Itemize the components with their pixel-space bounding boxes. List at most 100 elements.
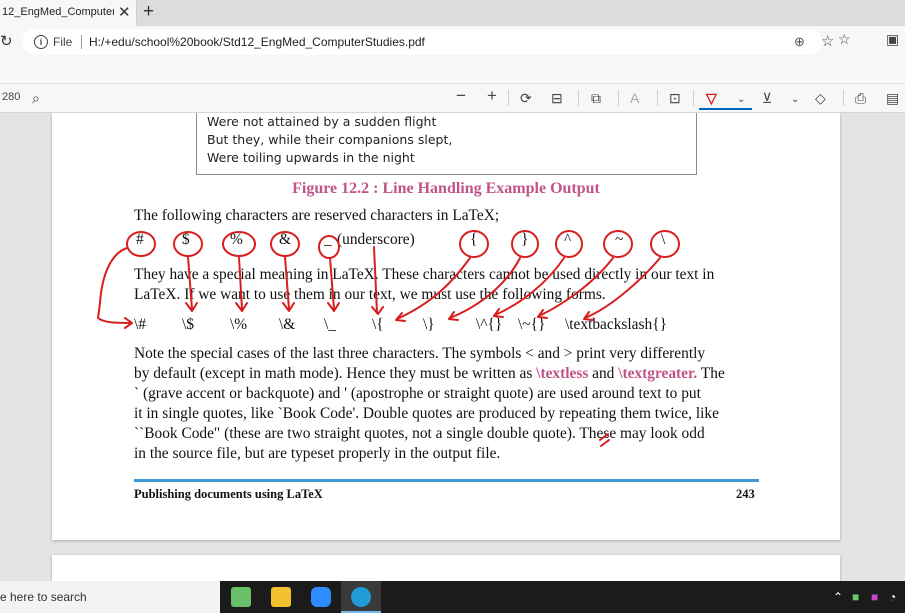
zoom-in-icon[interactable]: + (487, 87, 497, 105)
reserved-char-note: (underscore) (337, 231, 415, 248)
taskbar: e here to search ⌃ ■ ■ ◔ (0, 581, 905, 613)
pdf-page: Were not attained by a sudden flight But… (52, 113, 840, 540)
body-line: Note the special cases of the last three… (134, 345, 706, 362)
page-number: 243 (736, 487, 755, 501)
poem-line: Were not attained by a sudden flight (207, 114, 437, 129)
text-segment: and (588, 365, 619, 382)
read-aloud-icon[interactable]: A (630, 89, 639, 107)
escape-form: \# (134, 316, 146, 333)
reserved-char: { (470, 231, 478, 248)
textgreater-command: \textgreater. (618, 365, 698, 382)
taskbar-search[interactable]: e here to search (0, 581, 220, 613)
toolbar-divider (618, 90, 619, 106)
reserved-char: ~ (615, 231, 624, 248)
tab-title: 12_EngMed_ComputerStudi (2, 6, 114, 18)
body-line: in the source file, but are typeset prop… (134, 445, 501, 462)
footer-rule (134, 479, 759, 482)
refresh-icon[interactable]: ↻ (0, 32, 13, 50)
reserved-char: } (521, 231, 529, 248)
rotate-icon[interactable]: ⟳ (520, 89, 532, 107)
chevron-up-icon[interactable]: ⌃ (833, 590, 843, 604)
toolbar-divider (657, 90, 658, 106)
search-placeholder: e here to search (0, 590, 87, 604)
tab-pdf[interactable]: 12_EngMed_ComputerStudi ✕ (0, 0, 137, 26)
reserved-char: \ (661, 231, 666, 248)
toolbar-divider (508, 90, 509, 106)
escape-form: \^{} (476, 316, 503, 333)
body-line: by default (except in math mode). Hence … (134, 365, 725, 383)
zoom-icon[interactable]: ⊕ (794, 34, 805, 50)
intro-text: The following characters are reserved ch… (134, 207, 500, 224)
pdf-next-page (52, 555, 840, 581)
chevron-down-icon[interactable]: ⌄ (737, 91, 745, 109)
add-favorite-icon[interactable]: ☆ (821, 32, 834, 50)
draw-active-indicator (699, 108, 752, 110)
toolbar-divider (843, 90, 844, 106)
print-icon[interactable]: ⎙ (855, 89, 866, 107)
toolbar-divider (693, 90, 694, 106)
poem-line: But they, while their companions slept, (207, 132, 453, 147)
ink-annotations (97, 230, 680, 447)
fit-page-icon[interactable]: ⊟ (551, 89, 563, 107)
toolbar-divider (578, 90, 579, 106)
figure-output-box: Were not attained by a sudden flight But… (196, 113, 697, 175)
pdf-toolbar: 280 ⌕ − + ⟳ ⊟ ⧉ A ⊡ ▽ ⌄ ⊻ ⌄ ◇ ⎙ ▤ (0, 84, 905, 113)
file-label: File (53, 35, 73, 49)
close-icon[interactable]: ✕ (118, 3, 131, 21)
network-icon[interactable]: ◔ (889, 590, 896, 604)
escape-form: \~{} (518, 316, 546, 333)
erase-icon[interactable]: ◇ (815, 89, 826, 107)
textless-command: \textless (536, 365, 589, 382)
url-text[interactable]: H:/+edu/school%20book/Std12_EngMed_Compu… (89, 35, 425, 49)
zoom-out-icon[interactable]: − (456, 87, 466, 105)
body-line: They have a special meaning in LaTeX. Th… (134, 266, 715, 283)
page-number-field[interactable]: 280 (2, 91, 20, 103)
tray-app-icon[interactable]: ■ (871, 590, 878, 604)
tray-app-icon[interactable]: ■ (852, 590, 859, 604)
save-icon[interactable]: ▤ (886, 89, 899, 107)
body-line: ``Book Code" (these are two straight quo… (134, 425, 705, 442)
tab-strip: 12_EngMed_ComputerStudi ✕ + (0, 0, 905, 26)
reserved-char: $ (182, 231, 190, 248)
toolbar-gap (0, 58, 905, 84)
poem-line: Were toiling upwards in the night (207, 150, 415, 165)
notepad-app-icon[interactable] (221, 581, 261, 613)
body-line: it in single quotes, like `Book Code'. D… (134, 405, 719, 422)
favorites-icon[interactable]: ☆ (838, 31, 851, 48)
escape-form: \} (423, 316, 435, 333)
reserved-char: ^ (564, 231, 572, 248)
reserved-char: # (136, 231, 144, 248)
draw-icon[interactable]: ▽ (706, 89, 717, 107)
edge-app-icon[interactable] (341, 581, 381, 613)
highlight-icon[interactable]: ⊻ (762, 89, 772, 107)
chevron-down-icon[interactable]: ⌄ (791, 91, 799, 109)
text-box-icon[interactable]: ⊡ (669, 89, 681, 107)
escape-form: \& (279, 316, 296, 333)
escape-form: \% (230, 316, 248, 333)
page-view-icon[interactable]: ⧉ (591, 89, 601, 107)
ink-arrow (97, 247, 133, 329)
search-icon[interactable]: ⌕ (32, 89, 40, 107)
address-bar[interactable]: i File H:/+edu/school%20book/Std12_EngMe… (22, 29, 834, 55)
new-tab-button[interactable]: + (143, 1, 154, 23)
text-segment: by default (except in math mode). Hence … (134, 365, 537, 382)
escape-form: \$ (182, 316, 194, 333)
escape-form: \textbackslash{} (565, 316, 667, 333)
body-line: ` (grave accent or backquote) and ' (apo… (134, 385, 701, 402)
collections-icon[interactable]: ▣ (886, 31, 899, 48)
reserved-char: _ (324, 231, 332, 248)
pdf-viewport[interactable]: Were not attained by a sudden flight But… (0, 113, 905, 581)
address-row: ↻ i File H:/+edu/school%20book/Std12_Eng… (0, 26, 905, 58)
reserved-char: & (279, 231, 291, 248)
text-segment: The (697, 365, 725, 382)
address-separator (81, 35, 82, 49)
info-icon[interactable]: i (34, 35, 48, 49)
zoom-app-icon[interactable] (301, 581, 341, 613)
figure-caption: Figure 12.2 : Line Handling Example Outp… (292, 180, 600, 197)
escape-form: \{ (372, 316, 384, 333)
reserved-char: % (230, 231, 243, 248)
file-explorer-icon[interactable] (261, 581, 301, 613)
escape-form: \_ (324, 316, 336, 333)
footer-title: Publishing documents using LaTeX (134, 487, 323, 501)
body-line: LaTeX. If we want to use them in our tex… (134, 286, 606, 303)
